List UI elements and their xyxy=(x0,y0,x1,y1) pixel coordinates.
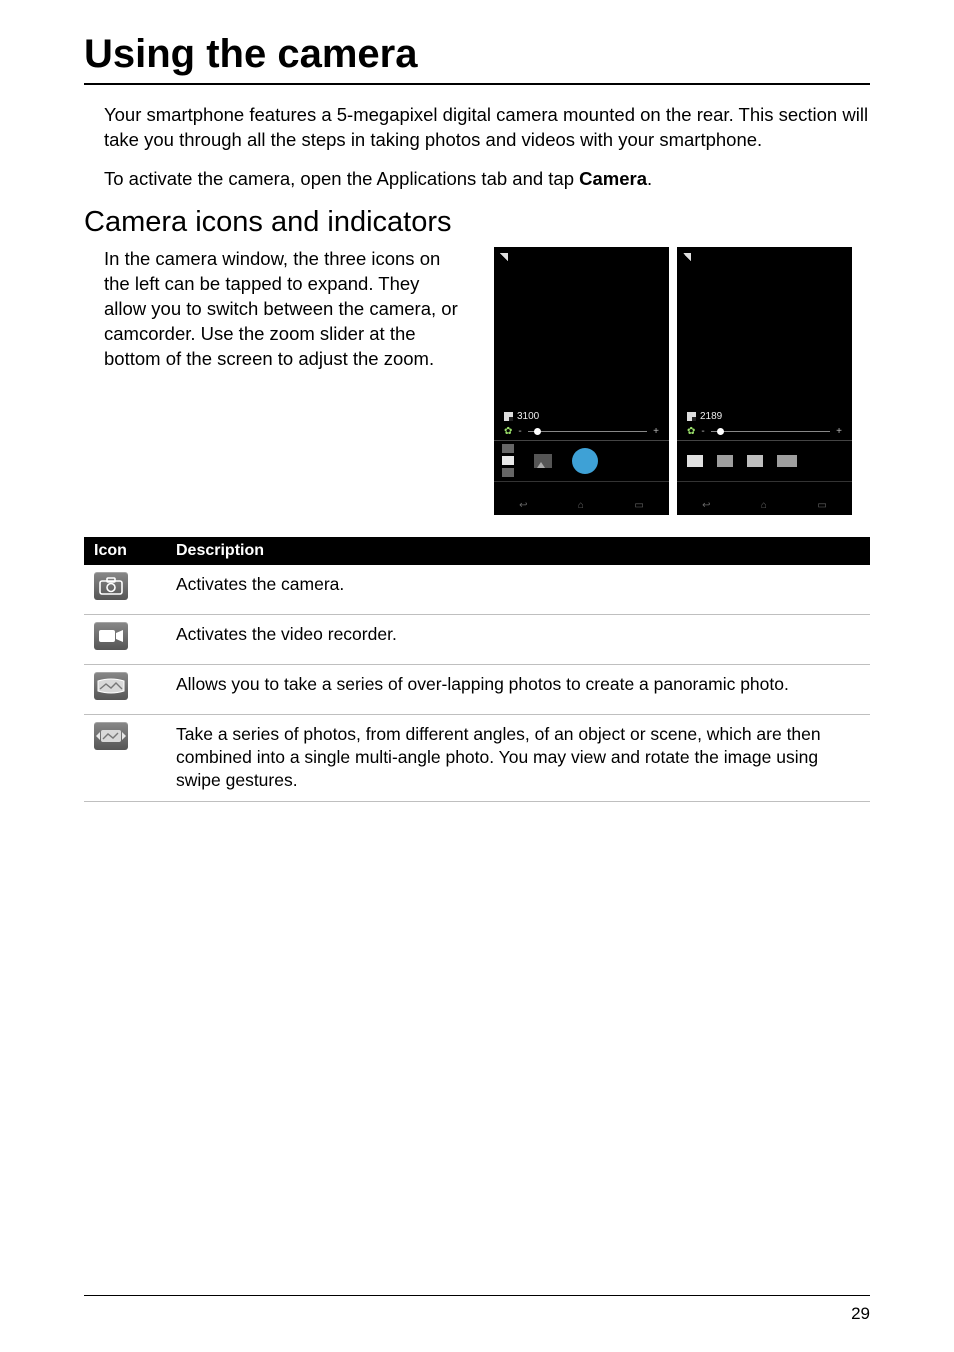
table-row: Activates the video recorder. xyxy=(84,614,870,664)
camera-screenshot-collapsed: 3100 ✿ - + ↩ ⌂ ▭ xyxy=(494,247,669,515)
intro-paragraph: Your smartphone features a 5-megapixel d… xyxy=(84,103,870,153)
mode-switcher-collapsed[interactable] xyxy=(502,444,514,477)
zoom-slider-row: ✿ - + xyxy=(687,426,842,437)
home-button[interactable]: ⌂ xyxy=(578,500,584,511)
col-header-icon: Icon xyxy=(84,537,166,565)
shots-remaining-value: 2189 xyxy=(700,411,722,422)
panorama-mode-icon xyxy=(94,672,128,700)
camera-toolbar xyxy=(677,441,852,481)
row-description: Take a series of photos, from different … xyxy=(166,714,870,801)
camera-toolbar xyxy=(494,441,669,481)
recent-button[interactable]: ▭ xyxy=(817,500,826,511)
row-description: Activates the camera. xyxy=(166,565,870,615)
shutter-button[interactable] xyxy=(572,448,598,474)
back-button[interactable]: ↩ xyxy=(702,500,710,511)
multi-angle-mode-icon xyxy=(94,722,128,750)
zoom-slider-row: ✿ - + xyxy=(504,426,659,437)
zoom-minus-label: - xyxy=(701,426,704,437)
col-header-description: Description xyxy=(166,537,870,565)
table-row: Allows you to take a series of over-lapp… xyxy=(84,664,870,714)
zoom-slider[interactable] xyxy=(528,431,647,432)
page-title: Using the camera xyxy=(84,32,870,77)
activate-paragraph: To activate the camera, open the Applica… xyxy=(84,167,870,192)
recent-button[interactable]: ▭ xyxy=(634,500,643,511)
storage-icon xyxy=(504,412,513,421)
row-description: Allows you to take a series of over-lapp… xyxy=(166,664,870,714)
mode-switcher-expanded[interactable] xyxy=(687,455,797,467)
panorama-mode-icon[interactable] xyxy=(747,455,763,467)
camera-mode-icon[interactable] xyxy=(687,455,703,467)
divider xyxy=(677,481,852,482)
system-nav: ↩ ⌂ ▭ xyxy=(494,500,669,511)
zoom-plus-label: + xyxy=(653,426,659,437)
back-button[interactable]: ↩ xyxy=(519,500,527,511)
zoom-thumb-icon xyxy=(717,428,724,435)
zoom-thumb-icon xyxy=(534,428,541,435)
zoom-plus-label: + xyxy=(836,426,842,437)
activate-camera-word: Camera xyxy=(579,168,647,189)
table-row: Take a series of photos, from different … xyxy=(84,714,870,801)
video-mode-icon xyxy=(502,444,514,453)
section-title: Camera icons and indicators xyxy=(84,206,870,239)
shots-remaining-value: 3100 xyxy=(517,411,539,422)
footer-rule xyxy=(84,1295,870,1296)
multi-angle-mode-icon[interactable] xyxy=(777,455,797,467)
icon-description-table: Icon Description Activates the camera. A… xyxy=(84,537,870,802)
signal-icon xyxy=(683,253,691,261)
signal-icon xyxy=(500,253,508,261)
table-row: Activates the camera. xyxy=(84,565,870,615)
shots-remaining: 2189 xyxy=(687,411,722,422)
title-rule xyxy=(84,83,870,85)
video-mode-icon[interactable] xyxy=(717,455,733,467)
macro-icon: ✿ xyxy=(687,426,695,437)
camera-mode-icon xyxy=(502,456,514,465)
macro-icon: ✿ xyxy=(504,426,512,437)
gallery-button[interactable] xyxy=(534,454,552,468)
camera-screenshot-expanded: 2189 ✿ - + ↩ ⌂ ▭ xyxy=(677,247,852,515)
screenshot-group: 3100 ✿ - + ↩ ⌂ ▭ xyxy=(494,247,852,515)
activate-prefix: To activate the camera, open the Applica… xyxy=(104,168,579,189)
panorama-mode-icon xyxy=(502,468,514,477)
camera-mode-icon xyxy=(94,572,128,600)
page-number: 29 xyxy=(851,1304,870,1324)
system-nav: ↩ ⌂ ▭ xyxy=(677,500,852,511)
shots-remaining: 3100 xyxy=(504,411,539,422)
zoom-minus-label: - xyxy=(518,426,521,437)
storage-icon xyxy=(687,412,696,421)
home-button[interactable]: ⌂ xyxy=(761,500,767,511)
video-mode-icon xyxy=(94,622,128,650)
row-description: Activates the video recorder. xyxy=(166,614,870,664)
zoom-slider[interactable] xyxy=(711,431,830,432)
divider xyxy=(494,481,669,482)
section-body: In the camera window, the three icons on… xyxy=(84,247,466,515)
activate-suffix: . xyxy=(647,168,652,189)
